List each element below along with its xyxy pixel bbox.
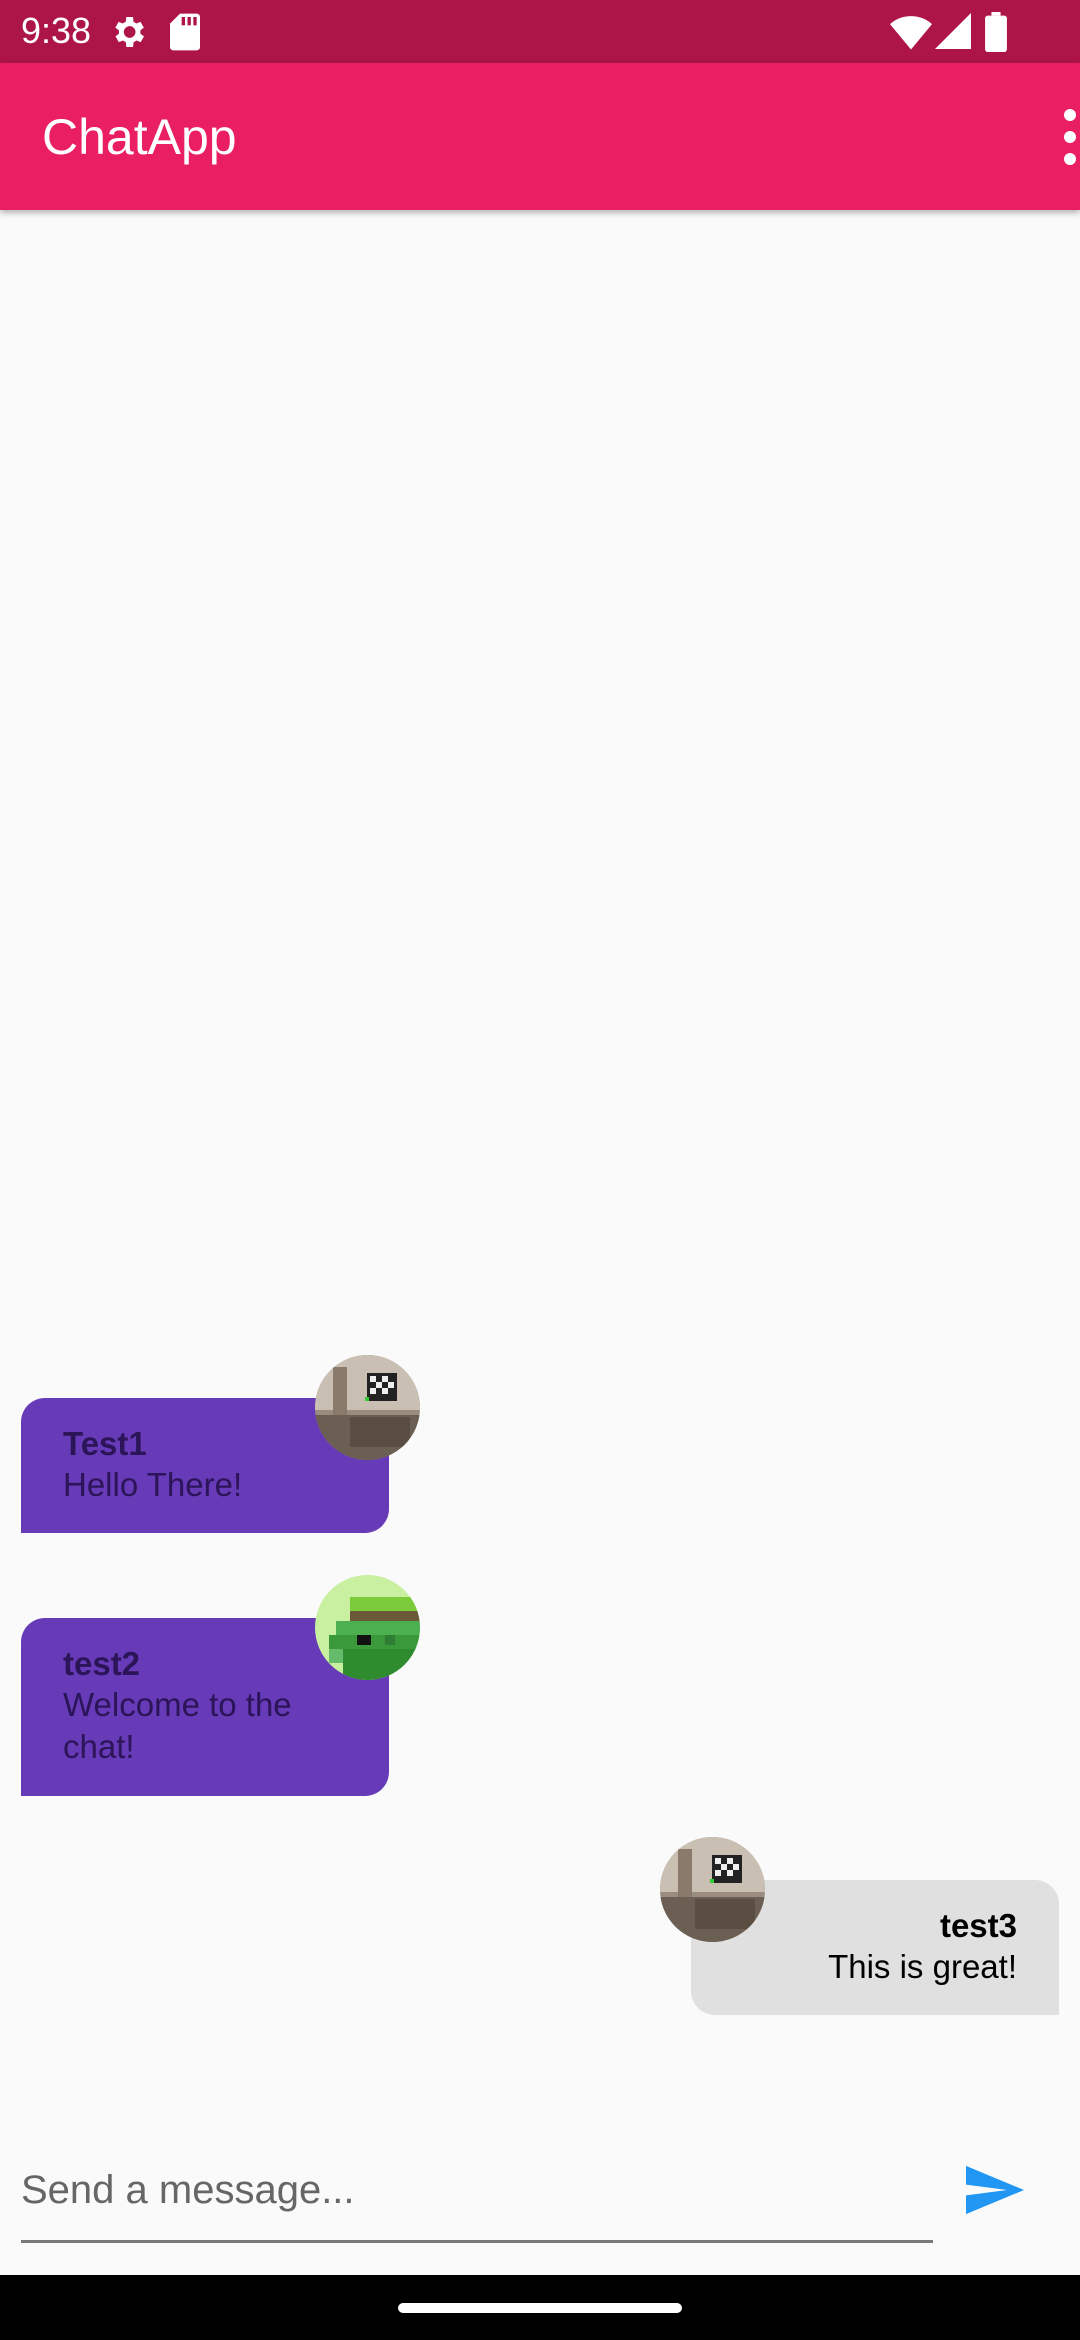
app-title: ChatApp [42,109,237,165]
message-sender: Test1 [63,1425,147,1462]
status-bar: 9:38 [0,0,1080,63]
message-item: test3 This is great! [0,1837,1080,2017]
message-sender: test3 [939,1907,1017,1944]
home-handle[interactable] [398,2303,682,2313]
message-item: test2 Welcome to the chat! [0,1575,1080,1800]
chat-screen: 9:38 ChatApp Test1 Hello There! test2 We… [0,0,1080,2340]
more-vert-icon[interactable] [1020,83,1080,193]
settings-gear-icon [115,17,144,47]
navigation-bar [0,2275,1080,2340]
send-icon [966,2165,1024,2215]
status-time: 9:38 [21,10,92,51]
battery-icon [985,12,1007,52]
send-button[interactable] [955,2150,1035,2230]
wifi-icon [890,16,932,50]
message-input[interactable] [21,2140,933,2243]
app-bar: ChatApp [0,63,1080,210]
sd-card-icon [170,13,200,51]
message-text: Welcome to the chat! [63,1686,292,1765]
message-item: Test1 Hello There! [0,1355,1080,1535]
message-text: Hello There! [63,1466,243,1503]
message-text: This is great! [828,1948,1017,1985]
message-composer [0,2120,1080,2280]
message-sender: test2 [63,1645,141,1682]
pixel-art-avatar [315,1575,420,1680]
room-photo-avatar [660,1837,765,1942]
room-photo-avatar [315,1355,420,1460]
signal-icon [935,13,971,49]
